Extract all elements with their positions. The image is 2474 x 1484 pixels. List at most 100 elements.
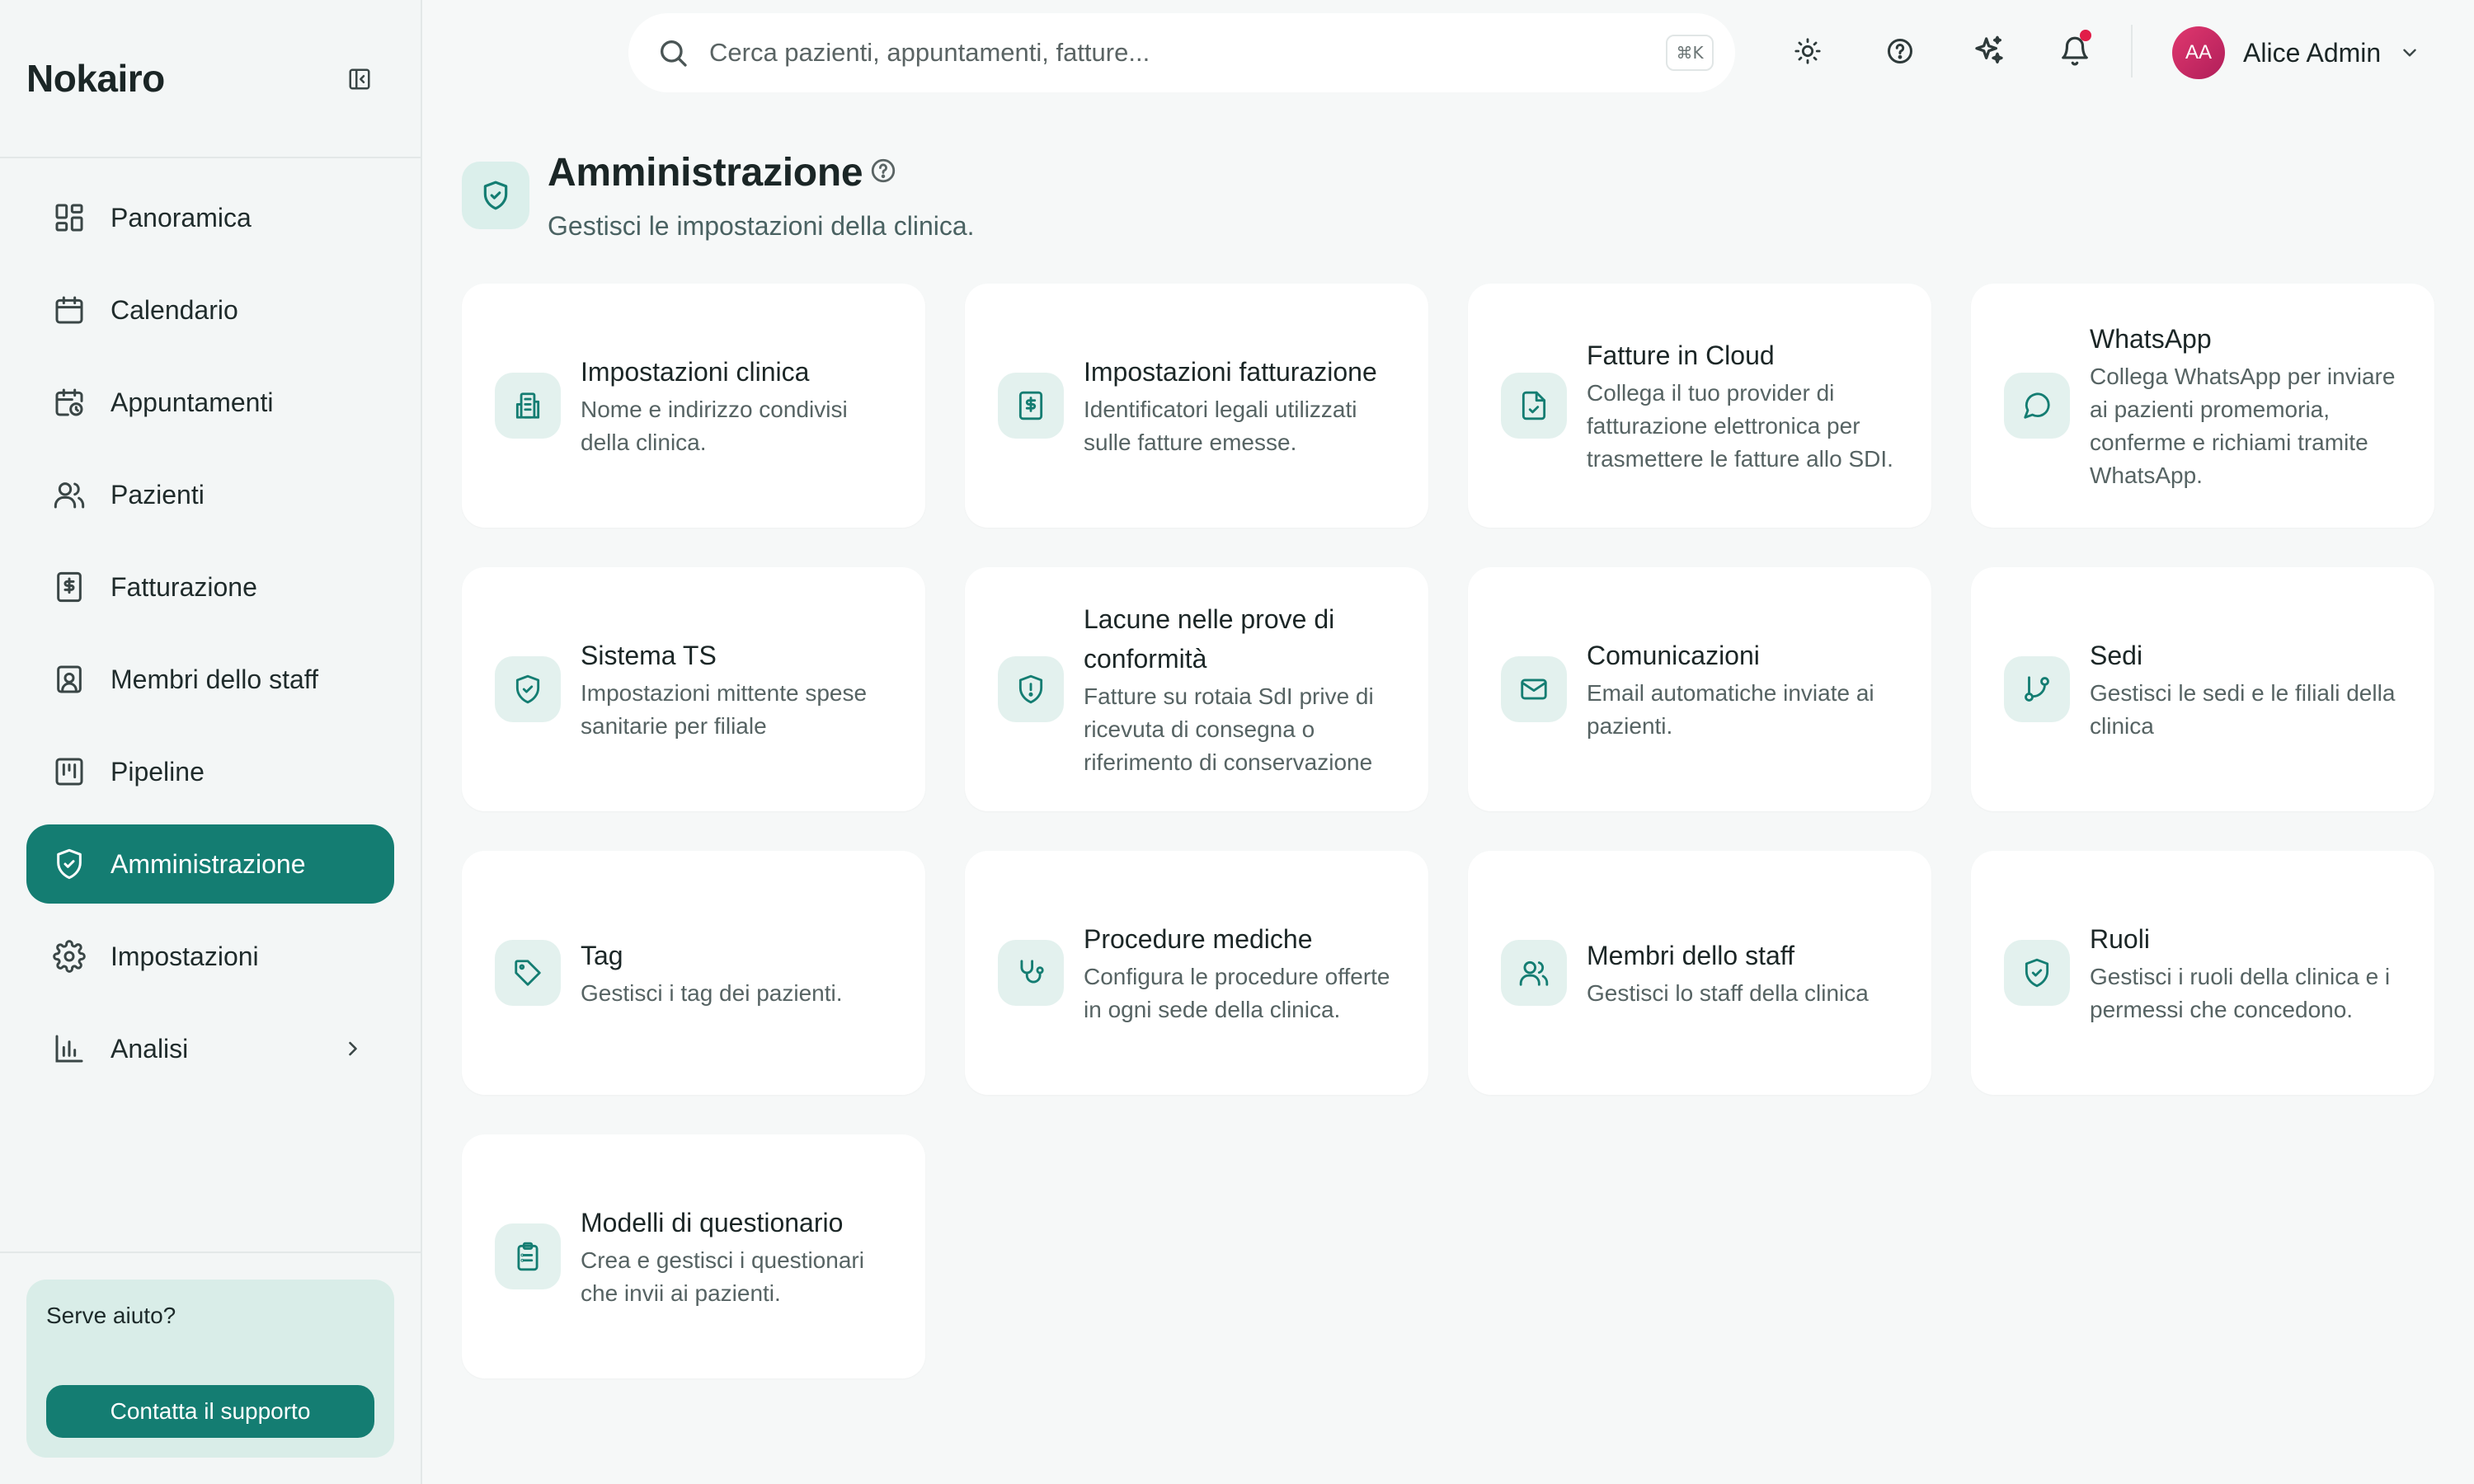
card-whatsapp[interactable]: WhatsApp Collega WhatsApp per inviare ai… — [1971, 284, 2434, 528]
calendar-icon — [53, 294, 86, 326]
theme-toggle-sun-icon[interactable] — [1790, 33, 1826, 69]
card-procedure-mediche[interactable]: Procedure mediche Configura le procedure… — [965, 851, 1428, 1095]
sidebar-item-impostazioni[interactable]: Impostazioni — [26, 917, 394, 996]
chat-bubble-icon — [2004, 373, 2070, 439]
card-description: Impostazioni mittente spese sanitarie pe… — [581, 680, 868, 739]
id-badge-icon — [53, 663, 86, 696]
search-shortcut-badge: ⌘K — [1666, 35, 1714, 71]
help-box: Serve aiuto? Contatta il supporto — [26, 1280, 394, 1458]
sidebar-item-pipeline[interactable]: Pipeline — [26, 732, 394, 811]
sidebar-item-label: Pazienti — [111, 479, 205, 510]
bar-chart-icon — [53, 1032, 86, 1065]
file-check-icon — [1501, 373, 1567, 439]
sidebar: Nokairo Panoramica Calendario Appuntamen… — [0, 0, 422, 1484]
card-description: Collega WhatsApp per inviare ai pazienti… — [2090, 364, 2396, 488]
card-ruoli[interactable]: Ruoli Gestisci i ruoli della clinica e i… — [1971, 851, 2434, 1095]
card-title: WhatsApp — [2090, 324, 2212, 354]
dashboard-icon — [53, 201, 86, 234]
search-icon — [656, 36, 689, 69]
global-search[interactable]: ⌘K — [628, 13, 1735, 92]
card-title: Sedi — [2090, 641, 2143, 670]
card-impostazioni-fatturazione[interactable]: Impostazioni fatturazione Identificatori… — [965, 284, 1428, 528]
sidebar-nav: Panoramica Calendario Appuntamenti Pazie… — [26, 178, 394, 1101]
sidebar-item-amministrazione[interactable]: Amministrazione — [26, 824, 394, 904]
kanban-icon — [53, 755, 86, 788]
users-icon — [1501, 940, 1567, 1006]
sparkles-ai-icon[interactable] — [1971, 33, 2007, 69]
sidebar-item-label: Analisi — [111, 1033, 189, 1064]
sidebar-item-label: Appuntamenti — [111, 387, 274, 417]
sidebar-divider — [0, 1252, 421, 1253]
card-description: Email automatiche inviate ai pazienti. — [1587, 680, 1874, 739]
card-description: Collega il tuo provider di fatturazione … — [1587, 380, 1893, 472]
brand-logo: Nokairo — [26, 57, 165, 100]
sidebar-item-analisi[interactable]: Analisi — [26, 1009, 394, 1088]
sidebar-item-calendario[interactable]: Calendario — [26, 270, 394, 350]
mail-icon — [1501, 656, 1567, 722]
sidebar-item-fatturazione[interactable]: Fatturazione — [26, 547, 394, 627]
sidebar-item-appuntamenti[interactable]: Appuntamenti — [26, 363, 394, 442]
card-comunicazioni[interactable]: Comunicazioni Email automatiche inviate … — [1468, 567, 1931, 811]
shield-check-icon — [53, 848, 86, 881]
card-title: Fatture in Cloud — [1587, 340, 1775, 370]
user-menu[interactable]: AA Alice Admin — [2172, 26, 2420, 79]
card-description: Gestisci lo staff della clinica — [1587, 980, 1869, 1006]
card-tag[interactable]: Tag Gestisci i tag dei pazienti. — [462, 851, 925, 1095]
chevron-right-icon — [341, 1037, 365, 1060]
card-title: Modelli di questionario — [581, 1208, 844, 1237]
card-lacune-conformita[interactable]: Lacune nelle prove di conformità Fatture… — [965, 567, 1428, 811]
card-description: Gestisci le sedi e le filiali della clin… — [2090, 680, 2396, 739]
sidebar-item-label: Impostazioni — [111, 941, 259, 971]
search-input[interactable] — [709, 38, 1616, 68]
stethoscope-icon — [998, 940, 1064, 1006]
card-title: Procedure mediche — [1084, 924, 1313, 954]
building-icon — [495, 373, 561, 439]
card-description: Configura le procedure offerte in ogni s… — [1084, 964, 1390, 1022]
card-title: Impostazioni clinica — [581, 357, 810, 387]
page-subtitle: Gestisci le impostazioni della clinica. — [548, 211, 975, 241]
sidebar-item-label: Amministrazione — [111, 848, 306, 879]
receipt-icon — [998, 373, 1064, 439]
shield-check-icon — [462, 162, 529, 229]
sidebar-item-label: Pipeline — [111, 756, 205, 787]
sidebar-item-label: Calendario — [111, 294, 238, 325]
card-title: Comunicazioni — [1587, 641, 1760, 670]
topbar-divider — [2131, 25, 2133, 77]
card-description: Crea e gestisci i questionari che invii … — [581, 1247, 864, 1306]
shield-check-icon — [495, 656, 561, 722]
card-membri-staff[interactable]: Membri dello staff Gestisci lo staff del… — [1468, 851, 1931, 1095]
chevron-down-icon — [2399, 42, 2420, 63]
sidebar-divider — [0, 157, 421, 158]
notification-bell-icon[interactable] — [2057, 30, 2093, 69]
users-icon — [53, 478, 86, 511]
help-circle-icon[interactable] — [1882, 33, 1918, 69]
user-name: Alice Admin — [2243, 37, 2382, 68]
shield-alert-icon — [998, 656, 1064, 722]
help-title: Serve aiuto? — [46, 1303, 176, 1328]
card-sistema-ts[interactable]: Sistema TS Impostazioni mittente spese s… — [462, 567, 925, 811]
help-circle-icon[interactable] — [869, 157, 897, 185]
sidebar-item-pazienti[interactable]: Pazienti — [26, 455, 394, 534]
page-title: Amministrazione — [548, 151, 863, 195]
sidebar-item-label: Membri dello staff — [111, 664, 318, 694]
shield-check-icon — [2004, 940, 2070, 1006]
notification-dot — [2080, 30, 2091, 41]
sidebar-item-panoramica[interactable]: Panoramica — [26, 178, 394, 257]
clipboard-list-icon — [495, 1223, 561, 1289]
card-impostazioni-clinica[interactable]: Impostazioni clinica Nome e indirizzo co… — [462, 284, 925, 528]
card-fatture-in-cloud[interactable]: Fatture in Cloud Collega il tuo provider… — [1468, 284, 1931, 528]
card-modelli-questionario[interactable]: Modelli di questionario Crea e gestisci … — [462, 1134, 925, 1378]
card-description: Nome e indirizzo condivisi della clinica… — [581, 397, 848, 455]
card-description: Fatture su rotaia SdI prive di ricevuta … — [1084, 683, 1374, 775]
card-title: Lacune nelle prove di conformità — [1084, 604, 1335, 674]
sidebar-collapse-icon[interactable] — [345, 64, 374, 94]
sidebar-item-label: Fatturazione — [111, 571, 257, 602]
gear-icon — [53, 940, 86, 973]
card-title: Impostazioni fatturazione — [1084, 357, 1377, 387]
card-sedi[interactable]: Sedi Gestisci le sedi e le filiali della… — [1971, 567, 2434, 811]
card-description: Gestisci i ruoli della clinica e i perme… — [2090, 964, 2391, 1022]
sidebar-item-membri-staff[interactable]: Membri dello staff — [26, 640, 394, 719]
card-title: Membri dello staff — [1587, 941, 1794, 970]
card-description: Gestisci i tag dei pazienti. — [581, 980, 843, 1006]
contact-support-button[interactable]: Contatta il supporto — [46, 1385, 374, 1438]
